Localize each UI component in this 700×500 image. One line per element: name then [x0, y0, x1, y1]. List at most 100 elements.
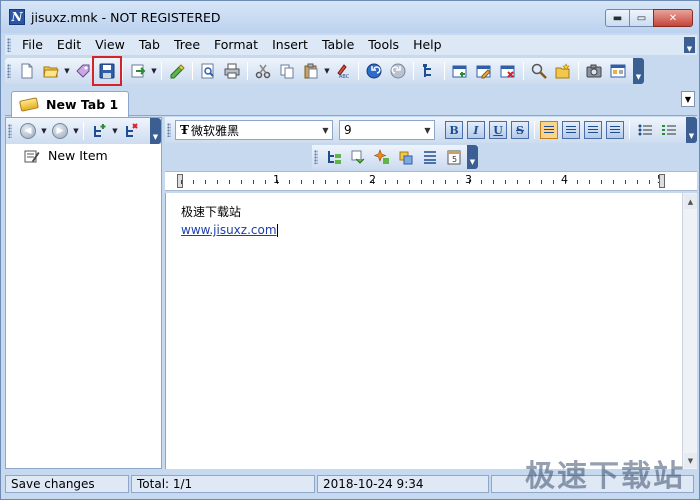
ruler-number: 1	[273, 173, 280, 186]
delete-tab-button[interactable]	[497, 60, 519, 82]
numbered-list-icon	[662, 125, 676, 135]
edit-tab-icon	[476, 65, 491, 79]
right-indent-marker[interactable]	[659, 174, 665, 188]
window-title: jisuxz.mnk - NOT REGISTERED	[31, 9, 221, 25]
options-button[interactable]	[607, 60, 629, 82]
star-folder-icon	[555, 63, 570, 79]
align-left-button[interactable]	[540, 121, 558, 139]
menu-tab[interactable]: Tab	[132, 35, 167, 55]
align-center-icon	[566, 125, 576, 135]
tree-view-button[interactable]	[418, 60, 440, 82]
note-editor[interactable]: 极速下载站 www.jisuxz.com	[165, 193, 682, 469]
settings-window-icon	[610, 64, 626, 78]
spell-check-button[interactable]: ABC	[332, 60, 354, 82]
app-logo-icon[interactable]: N	[9, 9, 25, 25]
font-size-select[interactable]: 9 ▼	[339, 120, 435, 140]
format-toolbar-overflow-chevron-icon[interactable]: ▼	[686, 117, 697, 143]
italic-button[interactable]: I	[467, 121, 485, 139]
back-dropdown-chevron-icon[interactable]: ▼	[40, 127, 48, 135]
back-button[interactable]: ◀	[17, 120, 39, 142]
tab-new-tab-1[interactable]: New Tab 1	[11, 91, 129, 117]
printer-icon	[224, 63, 240, 79]
maximize-button[interactable]: ▭	[629, 9, 654, 27]
add-item-button[interactable]	[88, 120, 110, 142]
underline-button[interactable]: U	[489, 121, 507, 139]
menu-insert[interactable]: Insert	[265, 35, 315, 55]
paste-dropdown-chevron-icon[interactable]: ▼	[323, 67, 331, 75]
redo-button[interactable]	[387, 60, 409, 82]
export-dropdown-chevron-icon[interactable]: ▼	[150, 67, 158, 75]
export-document-icon	[131, 64, 146, 78]
insert-tree-button[interactable]	[323, 146, 345, 168]
bullet-list-button[interactable]	[634, 119, 656, 141]
add-item-dropdown-chevron-icon[interactable]: ▼	[111, 127, 119, 135]
screenshot-button[interactable]	[583, 60, 605, 82]
favorites-button[interactable]	[552, 60, 574, 82]
editor-content[interactable]: 极速下载站 www.jisuxz.com	[181, 203, 278, 239]
bookmark-button[interactable]	[166, 60, 188, 82]
menu-overflow-chevron-icon[interactable]: ▼	[684, 37, 695, 53]
save-button[interactable]	[92, 56, 122, 86]
svg-text:5: 5	[452, 155, 457, 164]
editor-link[interactable]: www.jisuxz.com	[181, 223, 277, 237]
menu-view[interactable]: View	[88, 35, 132, 55]
export-button[interactable]	[127, 60, 149, 82]
menu-edit[interactable]: Edit	[50, 35, 88, 55]
close-button[interactable]: ✕	[653, 9, 693, 27]
calendar-button[interactable]: 5	[443, 146, 465, 168]
note-page-icon	[24, 150, 40, 162]
highlight-button[interactable]	[371, 146, 393, 168]
bold-button[interactable]: B	[445, 121, 463, 139]
add-tab-button[interactable]	[449, 60, 471, 82]
scroll-up-icon[interactable]: ▲	[684, 194, 697, 209]
attach-button[interactable]	[72, 60, 94, 82]
status-message: Save changes	[5, 475, 129, 493]
edit-tab-button[interactable]	[473, 60, 495, 82]
forward-button[interactable]: ▶	[49, 120, 71, 142]
vertical-scrollbar[interactable]: ▲ ▼	[682, 193, 697, 469]
menu-table[interactable]: Table	[315, 35, 361, 55]
justify-button[interactable]	[606, 121, 624, 139]
menu-tools[interactable]: Tools	[361, 35, 406, 55]
open-dropdown-chevron-icon[interactable]: ▼	[63, 67, 71, 75]
find-button[interactable]	[528, 60, 550, 82]
print-preview-button[interactable]	[197, 60, 219, 82]
scroll-down-icon[interactable]: ▼	[684, 453, 697, 468]
grip-handle-icon[interactable]	[314, 150, 318, 164]
copy-button[interactable]	[276, 60, 298, 82]
grip-handle-icon[interactable]	[7, 64, 11, 78]
indent-button[interactable]	[347, 146, 369, 168]
insert-toolbar-overflow-chevron-icon[interactable]: ▼	[467, 145, 478, 169]
cut-button[interactable]	[252, 60, 274, 82]
align-center-button[interactable]	[562, 121, 580, 139]
menu-file[interactable]: File	[15, 35, 50, 55]
undo-button[interactable]	[363, 60, 385, 82]
font-family-select[interactable]: Ŧ 微软雅黑 ▼	[175, 120, 333, 140]
forward-dropdown-chevron-icon[interactable]: ▼	[72, 127, 80, 135]
tree-item[interactable]: New Item	[24, 148, 108, 163]
paste-button[interactable]	[300, 60, 322, 82]
list-style-button[interactable]	[419, 146, 441, 168]
toolbar-overflow-chevron-icon[interactable]: ▼	[633, 58, 644, 84]
align-right-button[interactable]	[584, 121, 602, 139]
print-preview-icon	[201, 63, 214, 79]
tree-panel: ◀ ▼ ▶ ▼ ▼ ▼ New Item	[5, 117, 162, 469]
minimize-button[interactable]: ▬	[605, 9, 630, 27]
numbered-list-button[interactable]	[658, 119, 680, 141]
menu-format[interactable]: Format	[207, 35, 265, 55]
open-file-button[interactable]	[40, 60, 62, 82]
watermark-logo: 极速下载站	[525, 459, 685, 494]
grip-handle-icon[interactable]	[8, 124, 12, 138]
tree-toolbar-overflow-chevron-icon[interactable]: ▼	[150, 118, 161, 144]
print-button[interactable]	[221, 60, 243, 82]
back-arrow-icon: ◀	[20, 123, 36, 139]
menu-help[interactable]: Help	[406, 35, 449, 55]
menu-tree[interactable]: Tree	[167, 35, 207, 55]
strikethrough-button[interactable]: S	[511, 121, 529, 139]
delete-item-button[interactable]	[120, 120, 142, 142]
style-button[interactable]	[395, 146, 417, 168]
tab-list-dropdown[interactable]: ▼	[681, 91, 695, 107]
grip-handle-icon[interactable]	[167, 123, 171, 137]
new-file-button[interactable]	[16, 60, 38, 82]
grip-handle-icon[interactable]	[7, 38, 11, 52]
